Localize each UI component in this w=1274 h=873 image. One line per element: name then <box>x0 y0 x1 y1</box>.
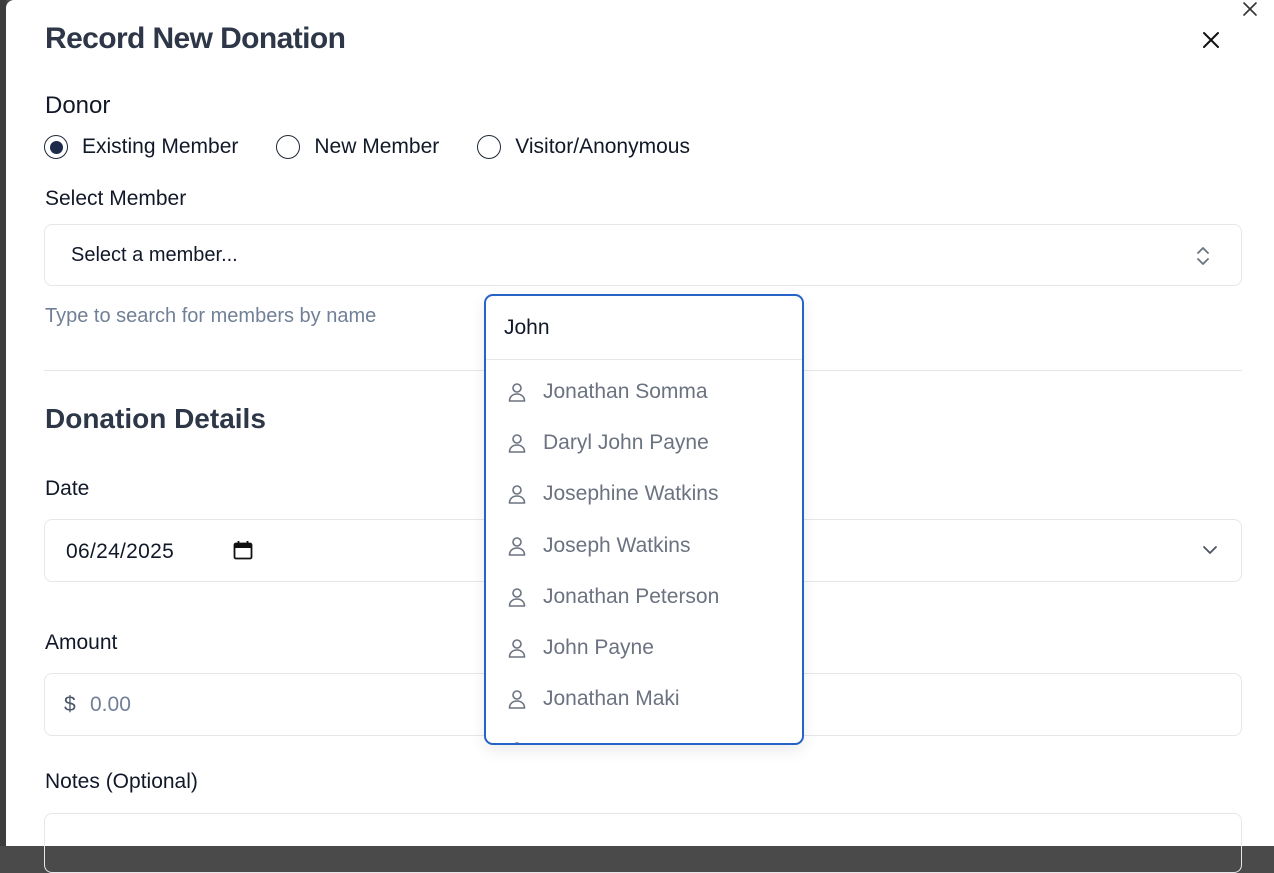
notes-field[interactable] <box>44 813 1242 873</box>
list-item[interactable]: John Payne <box>486 622 802 673</box>
member-results-list: Jonathan Somma Daryl John Payne Josephin… <box>486 360 802 743</box>
member-name: Jonathan Peterson <box>543 584 720 608</box>
list-item[interactable]: Joseph Watkins <box>486 520 802 571</box>
radio-button[interactable] <box>477 135 502 159</box>
user-icon <box>506 432 528 454</box>
member-name: Jonathan Somma <box>543 379 708 403</box>
radio-visitor-anonymous[interactable]: Visitor/Anonymous <box>477 135 690 159</box>
radio-new-member[interactable]: New Member <box>276 135 439 159</box>
radio-label: Visitor/Anonymous <box>515 135 690 158</box>
user-icon <box>506 381 528 403</box>
currency-symbol: $ <box>64 693 76 716</box>
member-select-value: Select a member... <box>71 243 238 266</box>
modal-title: Record New Donation <box>45 22 346 55</box>
donor-type-radio-group: Existing Member New Member Visitor/Anony… <box>44 135 728 159</box>
member-name: Josephine Watkins <box>543 482 719 506</box>
radio-label: Existing Member <box>82 135 239 158</box>
user-icon <box>506 586 528 608</box>
list-item[interactable]: Daryl John Payne <box>486 417 802 468</box>
amount-placeholder: 0.00 <box>90 693 131 716</box>
close-button[interactable] <box>1199 30 1223 54</box>
user-icon <box>506 740 528 743</box>
radio-button[interactable] <box>276 135 301 159</box>
calendar-icon[interactable] <box>233 540 253 565</box>
user-icon <box>506 688 528 710</box>
date-value: 06/24/2025 <box>66 540 175 563</box>
list-item[interactable]: Jonathan Somma <box>486 366 802 417</box>
radio-button-checked[interactable] <box>44 135 68 159</box>
member-search-helper: Type to search for members by name <box>45 305 377 327</box>
record-donation-modal: Record New Donation Donor Existing Membe… <box>6 0 1274 873</box>
user-icon <box>506 637 528 659</box>
amount-label: Amount <box>45 631 118 654</box>
notes-label: Notes (Optional) <box>45 770 198 793</box>
chevron-up-down-icon <box>1195 245 1211 273</box>
date-label: Date <box>45 477 90 500</box>
member-search-dropdown: John Jonathan Somma Daryl John Payne Jos… <box>484 294 804 745</box>
list-item-partial[interactable] <box>486 725 802 743</box>
overlay-close-icon[interactable] <box>1241 0 1259 18</box>
donor-label: Donor <box>45 92 111 119</box>
user-icon <box>506 483 528 505</box>
select-member-label: Select Member <box>45 187 187 210</box>
member-name: Jonathan Maki <box>543 687 680 711</box>
member-name: Joseph Watkins <box>543 533 691 557</box>
member-name: Daryl John Payne <box>543 430 709 454</box>
user-icon <box>506 535 528 557</box>
radio-existing-member[interactable]: Existing Member <box>44 135 238 159</box>
member-search-input[interactable]: John <box>486 296 802 360</box>
member-select[interactable]: Select a member... <box>44 224 1242 286</box>
list-item[interactable]: Josephine Watkins <box>486 469 802 520</box>
chevron-down-icon[interactable] <box>1201 541 1219 564</box>
list-item[interactable]: Jonathan Peterson <box>486 571 802 622</box>
list-item[interactable]: Jonathan Maki <box>486 674 802 725</box>
member-name: John Payne <box>543 636 654 660</box>
donation-details-title: Donation Details <box>45 403 266 434</box>
close-icon <box>1202 31 1220 54</box>
radio-label: New Member <box>314 135 440 158</box>
